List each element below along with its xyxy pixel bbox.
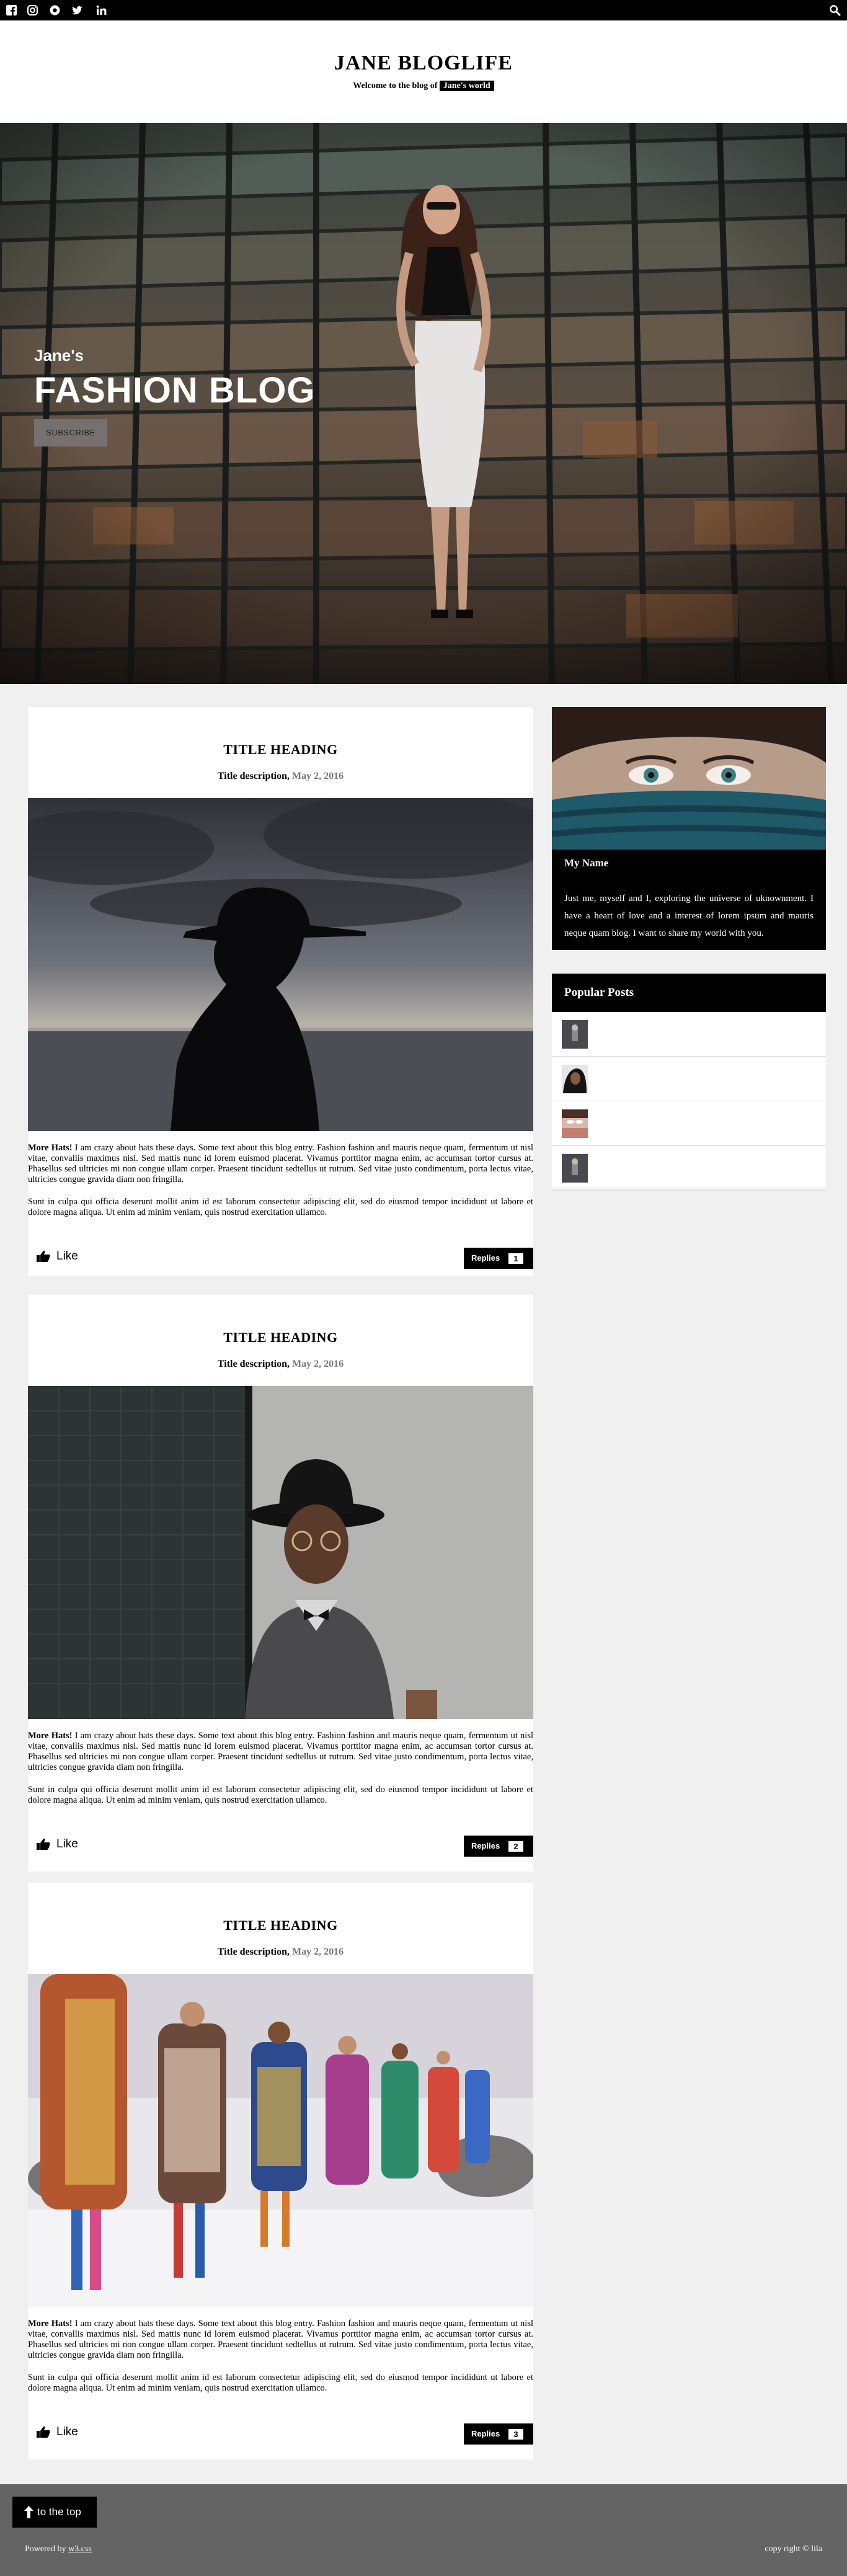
subscribe-button[interactable]: SUBSCRIBE — [34, 419, 107, 446]
popular-post-thumbnail — [562, 1065, 588, 1093]
post-image — [28, 1974, 533, 2307]
replies-label: Replies — [471, 1841, 500, 1850]
post-body-2: Sunt in culpa qui officia deserunt molli… — [28, 1785, 533, 1805]
about-card: My Name Just me, myself and I, exploring… — [552, 707, 826, 950]
w3css-link[interactable]: w3.css — [68, 2544, 92, 2554]
post-description: Title description, May 2, 2016 — [28, 1359, 533, 1370]
post-body-2: Sunt in culpa qui officia deserunt molli… — [28, 2373, 533, 2393]
replies-label: Replies — [471, 1253, 500, 1263]
site-title: JANE BLOGLIFE — [334, 51, 513, 74]
arrow-up-icon — [24, 2506, 33, 2518]
facebook-icon[interactable] — [6, 5, 17, 16]
popular-post-thumbnail — [562, 1154, 588, 1183]
tagline-prefix: Welcome to the blog of — [353, 81, 438, 91]
popular-posts-title: Popular Posts — [552, 974, 826, 1012]
post-lead: More Hats! — [28, 2319, 73, 2329]
post-date: May 2, 2016 — [292, 1947, 344, 1957]
post-image — [28, 798, 533, 1131]
post-description: Title description, May 2, 2016 — [28, 1947, 533, 1958]
linkedin-icon[interactable] — [96, 5, 107, 16]
to-the-top-label: to the top — [37, 2506, 81, 2518]
like-label: Like — [56, 1837, 78, 1850]
twitter-icon[interactable] — [72, 5, 82, 16]
post-description: Title description, May 2, 2016 — [28, 771, 533, 782]
like-label: Like — [56, 2425, 78, 2438]
like-label: Like — [56, 1250, 78, 1263]
post-body-text: I am crazy about hats these days. Some t… — [28, 1143, 534, 1184]
post-lead: More Hats! — [28, 1143, 73, 1153]
post-body-text: I am crazy about hats these days. Some t… — [28, 2319, 534, 2360]
hero-banner: Jane's FASHION BLOG SUBSCRIBE — [0, 123, 847, 684]
blog-post: TITLE HEADING Title description, May 2, … — [28, 1883, 533, 2459]
post-desc-text: Title description, — [217, 1947, 290, 1957]
instagram-icon[interactable] — [27, 5, 38, 16]
post-date: May 2, 2016 — [292, 771, 344, 781]
powered-by: Powered by w3.css — [25, 2544, 92, 2554]
post-desc-text: Title description, — [217, 771, 290, 781]
popular-post-item[interactable] — [552, 1012, 826, 1057]
blog-post: TITLE HEADING Title description, May 2, … — [28, 707, 533, 1276]
about-text: Just me, myself and I, exploring the uni… — [564, 894, 814, 938]
hero-title: FASHION BLOG — [34, 370, 316, 411]
post-lead: More Hats! — [28, 1731, 73, 1741]
popular-post-thumbnail — [562, 1109, 588, 1138]
top-bar — [0, 0, 847, 20]
popular-post-thumbnail — [562, 1020, 588, 1049]
post-body-text: I am crazy about hats these days. Some t… — [28, 1731, 534, 1772]
post-body: More Hats! I am crazy about hats these d… — [28, 2319, 533, 2361]
tagline-tag: Jane's world — [439, 81, 494, 91]
post-body: More Hats! I am crazy about hats these d… — [28, 1731, 533, 1773]
post-desc-text: Title description, — [217, 1359, 290, 1369]
thumbs-up-icon — [37, 1838, 50, 1850]
post-title: TITLE HEADING — [223, 742, 338, 757]
popular-posts: Popular Posts — [552, 974, 826, 1191]
thumbs-up-icon — [37, 1250, 50, 1262]
post-body-2: Sunt in culpa qui officia deserunt molli… — [28, 1197, 533, 1217]
powered-by-text: Powered by — [25, 2544, 66, 2554]
post-body: More Hats! I am crazy about hats these d… — [28, 1143, 533, 1185]
site-header: JANE BLOGLIFE Welcome to the blog of Jan… — [0, 20, 847, 123]
about-name: My Name — [564, 857, 609, 869]
search-icon[interactable] — [829, 4, 841, 16]
like-button[interactable]: Like — [28, 2420, 87, 2443]
replies-button[interactable]: Replies 2 — [464, 1836, 533, 1857]
replies-count-badge: 2 — [508, 1841, 523, 1852]
popular-post-item[interactable] — [552, 1057, 826, 1101]
post-title: TITLE HEADING — [223, 1330, 338, 1345]
copyright: copy right © lila — [765, 2544, 822, 2554]
post-image — [28, 1386, 533, 1719]
like-button[interactable]: Like — [28, 1832, 87, 1855]
post-title: TITLE HEADING — [223, 1917, 338, 1933]
blog-post: TITLE HEADING Title description, May 2, … — [28, 1295, 533, 1872]
about-image — [552, 707, 826, 850]
popular-post-item[interactable] — [552, 1101, 826, 1146]
post-date: May 2, 2016 — [292, 1359, 344, 1369]
replies-label: Replies — [471, 2429, 500, 2438]
popular-post-item[interactable] — [552, 1146, 826, 1191]
like-button[interactable]: Like — [28, 1245, 87, 1268]
snapchat-icon[interactable] — [50, 5, 60, 16]
replies-count-badge: 3 — [508, 2429, 523, 2440]
replies-button[interactable]: Replies 1 — [464, 1248, 533, 1269]
site-footer: to the top Powered by w3.css copy right … — [0, 2484, 847, 2576]
to-the-top-button[interactable]: to the top — [12, 2497, 97, 2528]
thumbs-up-icon — [37, 2426, 50, 2438]
site-tagline: Welcome to the blog of Jane's world — [0, 81, 847, 91]
replies-button[interactable]: Replies 3 — [464, 2423, 533, 2445]
hero-subtitle: Jane's — [34, 346, 84, 365]
replies-count-badge: 1 — [508, 1253, 523, 1264]
